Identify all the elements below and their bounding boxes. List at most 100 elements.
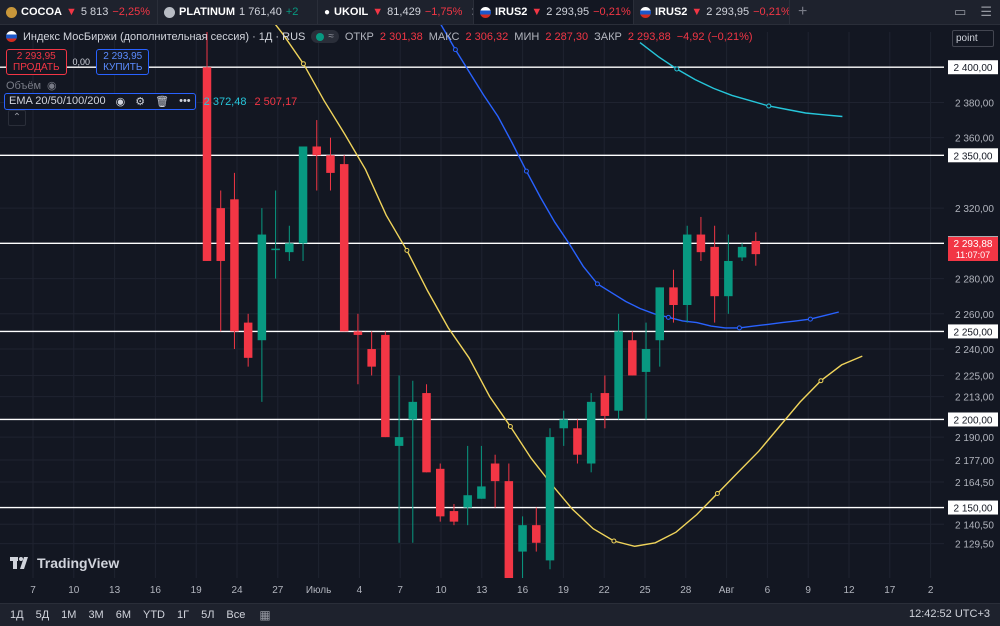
ema-value-2: 2 507,17 (254, 95, 298, 108)
time-tick-label: 10 (68, 585, 80, 596)
ema50-line-marker (594, 281, 600, 287)
tab-symbol: IRUS2 (655, 6, 688, 18)
market-open-icon (316, 32, 325, 41)
buy-button[interactable]: 2 293,95 КУПИТЬ (96, 49, 150, 75)
candle-body (381, 334, 390, 438)
time-tick-label: 7 (397, 585, 403, 596)
time-tick-label: 13 (476, 585, 488, 596)
range-7[interactable]: 5Л (201, 609, 214, 621)
range-3[interactable]: 3М (88, 609, 103, 621)
candle-body (751, 240, 761, 255)
market-status-pill[interactable]: ≈ (311, 30, 339, 43)
layout-icon[interactable]: ▭ (954, 4, 966, 20)
candle-body (532, 525, 541, 543)
price-tick-label: 2 190,00 (955, 433, 994, 444)
settings-icon[interactable]: ⚙ (135, 95, 145, 108)
change-value: −4,92 (−0,21%) (676, 30, 753, 43)
ema50-line-marker (807, 316, 813, 322)
trade-panel: 2 293,95 ПРОДАТЬ 0,00 2 293,95 КУПИТЬ (6, 49, 150, 75)
time-tick-label: 28 (680, 585, 692, 596)
range-5[interactable]: YTD (143, 609, 165, 621)
candle (381, 331, 390, 438)
sell-label: ПРОДАТЬ (13, 62, 60, 73)
tab-arrow: ▼ (372, 6, 384, 18)
time-tick-label: 9 (805, 585, 811, 596)
candle-body (586, 401, 596, 464)
time-tick-label: 19 (558, 585, 570, 596)
range-6[interactable]: 1Г (177, 609, 189, 621)
time-axis[interactable]: 7 10 13 16 19 24 27 Июль 4 7 10 13 16 19 22 25 28 Авг 6 9 12… (0, 578, 1000, 603)
tab-irus2-active[interactable]: IRUS2 ▼ 2 293,95 −0,21% ✕ (474, 0, 634, 24)
price-tick-label: 2 213,00 (955, 393, 994, 404)
tab-symbol: PLATINUM (179, 6, 236, 18)
price-tick-label: 2 177,00 (955, 456, 994, 467)
candle-body (600, 393, 610, 416)
time-tick-label: Июль (306, 585, 332, 596)
russia-flag-icon (6, 31, 17, 42)
ema100-line-marker (766, 103, 772, 109)
tab-ukoil[interactable]: ● UKOIL ▼ 81,429 −1,75% ✕ (318, 0, 474, 24)
current-price-label: 2 293,88 11:07:07 (948, 237, 998, 261)
volume-label: Объём (6, 79, 42, 92)
instrument-title[interactable]: Индекс МосБиржи (дополнительная сессия) … (23, 31, 305, 43)
more-icon[interactable]: ••• (179, 95, 191, 108)
sell-price: 2 293,95 (16, 51, 56, 62)
level-label: 2 250,00 (954, 327, 993, 338)
range-1[interactable]: 5Д (36, 609, 50, 621)
candle-body (353, 331, 363, 335)
tab-irus2[interactable]: IRUS2 ▼ 2 293,95 −0,21% ✕ (634, 0, 790, 24)
price-tick-label: 2 129,50 (955, 540, 994, 551)
calendar-icon[interactable]: ▦ (259, 608, 270, 622)
candle-body (367, 349, 376, 367)
ema-legend: EMA 20/50/100/200 ◉ ⚙ 🗑 ••• 2 372,48 2 5… (4, 93, 297, 110)
candle-body (477, 486, 486, 499)
candle-body (312, 146, 322, 156)
range-2[interactable]: 1М (61, 609, 76, 621)
menu-icon[interactable]: ☰ (980, 4, 992, 20)
tab-price: 1 761,40 (239, 6, 282, 18)
time-tick-label: 27 (272, 585, 284, 596)
time-tick-label: 4 (357, 585, 363, 596)
range-8[interactable]: Все (226, 609, 245, 621)
price-chart[interactable]: 2 380,002 360,002 320,002 280,002 260,00… (0, 25, 1000, 603)
tab-arrow: ▼ (65, 6, 77, 18)
collapse-legend-button[interactable]: ⌃ (8, 110, 26, 126)
delete-icon[interactable]: 🗑 (155, 95, 169, 108)
scale-mode-input[interactable]: point (952, 30, 994, 47)
price-tick-label: 2 240,00 (955, 345, 994, 356)
high-value: 2 306,32 (465, 30, 509, 43)
range-0[interactable]: 1Д (10, 609, 24, 621)
candle-body (518, 525, 527, 552)
candle-body (682, 234, 692, 305)
tab-arrow: ▼ (691, 6, 703, 18)
candle-body (490, 463, 500, 482)
candle-body (559, 419, 568, 429)
candle (422, 384, 431, 473)
ema20-line-marker (611, 538, 617, 544)
clock[interactable]: 12:42:52 UTC+3 (909, 608, 990, 620)
range-4[interactable]: 6М (116, 609, 131, 621)
time-tick-label: 17 (884, 585, 896, 596)
top-right-toolbar: ▭ ☰ (954, 4, 992, 20)
price-tick-label: 2 164,50 (955, 478, 994, 489)
ema-legend-box[interactable]: EMA 20/50/100/200 ◉ ⚙ 🗑 ••• (4, 93, 196, 110)
tab-change: −1,75% (424, 6, 463, 18)
volume-legend[interactable]: Объём ◉ (6, 79, 57, 93)
add-tab-icon[interactable]: + (790, 3, 815, 21)
level-label: 2 400,00 (954, 63, 993, 74)
sell-button[interactable]: 2 293,95 ПРОДАТЬ (6, 49, 67, 75)
candle (339, 155, 349, 332)
open-value: 2 301,38 (379, 30, 423, 43)
close-value: 2 293,88 (627, 30, 671, 43)
candle-body (641, 349, 651, 372)
price-tick-label: 2 260,00 (955, 310, 994, 321)
eye-icon[interactable]: ◉ (47, 79, 57, 92)
candle-body (545, 437, 555, 561)
tab-platinum[interactable]: PLATINUM 1 761,40 +2 (158, 0, 318, 24)
tab-cocoa[interactable]: COCOA ▼ 5 813 −2,25% ✕ (0, 0, 158, 24)
candle-body (230, 199, 239, 332)
eye-icon[interactable]: ◉ (116, 95, 126, 108)
time-tick-label: 22 (599, 585, 611, 596)
tab-change: −0,21% (593, 6, 631, 18)
candle-body (614, 331, 623, 411)
